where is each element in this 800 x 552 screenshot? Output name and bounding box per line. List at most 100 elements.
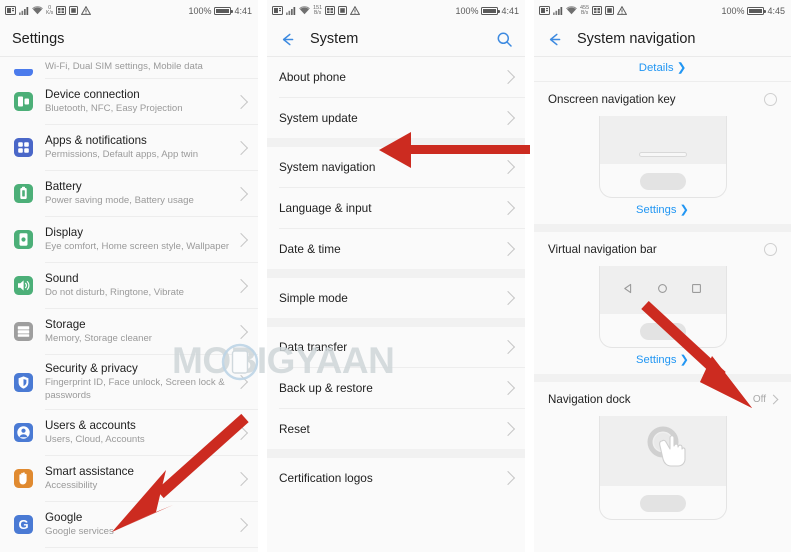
sim-card-icon [272, 2, 283, 20]
display-icon [10, 230, 36, 249]
data-rate-icon: 455 B/s [580, 5, 590, 16]
home-circle-icon [657, 281, 668, 299]
list-item-label: Simple mode [279, 291, 348, 305]
back-arrow-icon[interactable] [546, 31, 563, 48]
sidebar-item-title: Device connection [45, 87, 140, 101]
signal-bars-icon [286, 2, 296, 20]
sidebar-item-device-connection[interactable]: Device connection Bluetooth, NFC, Easy P… [0, 79, 258, 124]
list-item-simple-mode[interactable]: Simple mode [267, 278, 525, 318]
gesture-bar-preview [534, 116, 791, 198]
chevron-right-icon [233, 186, 249, 201]
warning-icon [80, 2, 92, 20]
sidebar-item-subtitle: Permissions, Default apps, App twin [45, 148, 199, 160]
radio-button-onscreen-navigation-key[interactable] [764, 92, 777, 106]
sidebar-item-smart-assistance[interactable]: Smart assistance Accessibility [0, 456, 258, 501]
list-item-reset[interactable]: Reset [267, 409, 525, 449]
screenshot-icon [592, 2, 603, 20]
sidebar-item-security-privacy[interactable]: Security & privacy Fingerprint ID, Face … [0, 355, 258, 409]
sidebar-item-apps-notifications[interactable]: Apps & notifications Permissions, Defaul… [0, 125, 258, 170]
app-icon [69, 2, 79, 20]
settings-link-virtual-navigation-bar[interactable]: Settings ❯ [534, 348, 791, 374]
chevron-right-icon [500, 159, 516, 175]
option-virtual-navigation-bar[interactable]: Virtual navigation bar Settings ❯ [534, 232, 791, 374]
back-triangle-icon [623, 281, 634, 299]
details-link[interactable]: Details ❯ [534, 57, 791, 81]
list-item-label: Back up & restore [279, 381, 373, 395]
chevron-right-icon [768, 394, 779, 404]
home-button-mock [639, 495, 686, 512]
chevron-right-icon [500, 380, 516, 396]
sidebar-item-wireless-networks[interactable]: Wi-Fi, Dual SIM settings, Mobile data [0, 57, 258, 78]
page-title: System navigation [577, 31, 696, 47]
phone-screen [599, 116, 726, 164]
chevron-right-icon [233, 471, 249, 486]
option-header[interactable]: Onscreen navigation key [534, 82, 791, 116]
sidebar-item-title: Display [45, 225, 84, 239]
search-icon[interactable] [496, 31, 513, 48]
chevron-right-icon [233, 278, 249, 293]
data-rate-icon: 151 B/s [313, 5, 323, 16]
list-item-label: Data transfer [279, 340, 348, 354]
sidebar-item-title: Users & accounts [45, 418, 136, 432]
sidebar-item-google[interactable]: G Google Google services [0, 502, 258, 547]
list-item-label: Certification logos [279, 471, 373, 485]
group-spacer [267, 269, 525, 278]
list-item-date-time[interactable]: Date & time [267, 229, 525, 269]
option-onscreen-navigation-key[interactable]: Onscreen navigation key Settings ❯ [534, 82, 791, 224]
sidebar-item-sound[interactable]: Sound Do not disturb, Ringtone, Vibrate [0, 263, 258, 308]
list-item-label: System navigation [279, 160, 376, 174]
sidebar-item-subtitle: Eye comfort, Home screen style, Wallpape… [45, 240, 230, 252]
group-spacer [267, 138, 525, 147]
system-navigation-content: Details ❯ Onscreen navigation key Settin… [534, 57, 791, 520]
list-item-backup-restore[interactable]: Back up & restore [267, 368, 525, 408]
sidebar-item-battery[interactable]: Battery Power saving mode, Battery usage [0, 171, 258, 216]
chevron-right-icon [500, 241, 516, 257]
chevron-right-icon [500, 200, 516, 216]
system-group-1: About phone System update [267, 57, 525, 138]
list-item-certification-logos[interactable]: Certification logos [267, 458, 525, 498]
sidebar-item-storage[interactable]: Storage Memory, Storage cleaner [0, 309, 258, 354]
smart-assistance-icon [10, 469, 36, 488]
list-item-system-navigation[interactable]: System navigation [267, 147, 525, 187]
status-bar-right: 100% 4:41 [188, 6, 252, 16]
back-arrow-icon[interactable] [279, 31, 296, 48]
sidebar-item-title: Google [45, 510, 83, 524]
phone-screen [599, 416, 726, 486]
option-header[interactable]: Navigation dock Off [534, 382, 791, 416]
chevron-right-icon [500, 290, 516, 306]
wifi-icon [299, 2, 310, 20]
svg-text:G: G [18, 517, 28, 532]
wifi-icon [566, 2, 577, 20]
sidebar-item-subtitle: Accessibility [45, 479, 98, 491]
sidebar-item-system[interactable]: System System navigation, System update,… [0, 548, 258, 552]
list-item-about-phone[interactable]: About phone [267, 57, 525, 97]
status-bar-right: 100% 4:41 [455, 6, 519, 16]
section-spacer [534, 224, 791, 232]
sidebar-item-title: Smart assistance [45, 464, 134, 478]
sidebar-item-title: Sound [45, 271, 79, 285]
home-button-mock [639, 173, 686, 190]
list-item-system-update[interactable]: System update [267, 98, 525, 138]
system-navigation-panel: 455 B/s 100% 4:45 System navigation Deta… [534, 0, 791, 552]
option-header[interactable]: Virtual navigation bar [534, 232, 791, 266]
recents-square-icon [691, 281, 702, 299]
list-item-language-input[interactable]: Language & input [267, 188, 525, 228]
sidebar-item-display[interactable]: Display Eye comfort, Home screen style, … [0, 217, 258, 262]
sidebar-item-users-accounts[interactable]: Users & accounts Users, Cloud, Accounts [0, 410, 258, 455]
chevron-right-icon [500, 110, 516, 126]
wireless-networks-icon [10, 58, 36, 76]
radio-button-virtual-navigation-bar[interactable] [764, 242, 777, 256]
app-icon [338, 2, 348, 20]
battery-icon [747, 7, 766, 15]
option-label: Virtual navigation bar [548, 242, 657, 256]
settings-link-onscreen-navigation-key[interactable]: Settings ❯ [534, 198, 791, 224]
status-bar-panel2: 151 B/s 100% 4:41 [267, 0, 525, 22]
option-label: Onscreen navigation key [548, 92, 676, 106]
option-navigation-dock[interactable]: Navigation dock Off [534, 382, 791, 520]
panel-gap-2 [525, 0, 534, 552]
system-group-5: Certification logos [267, 458, 525, 498]
list-item-data-transfer[interactable]: Data transfer [267, 327, 525, 367]
status-bar-left-icons: 151 B/s [272, 2, 361, 20]
chevron-right-icon [233, 94, 249, 109]
home-button-mock [639, 323, 686, 340]
